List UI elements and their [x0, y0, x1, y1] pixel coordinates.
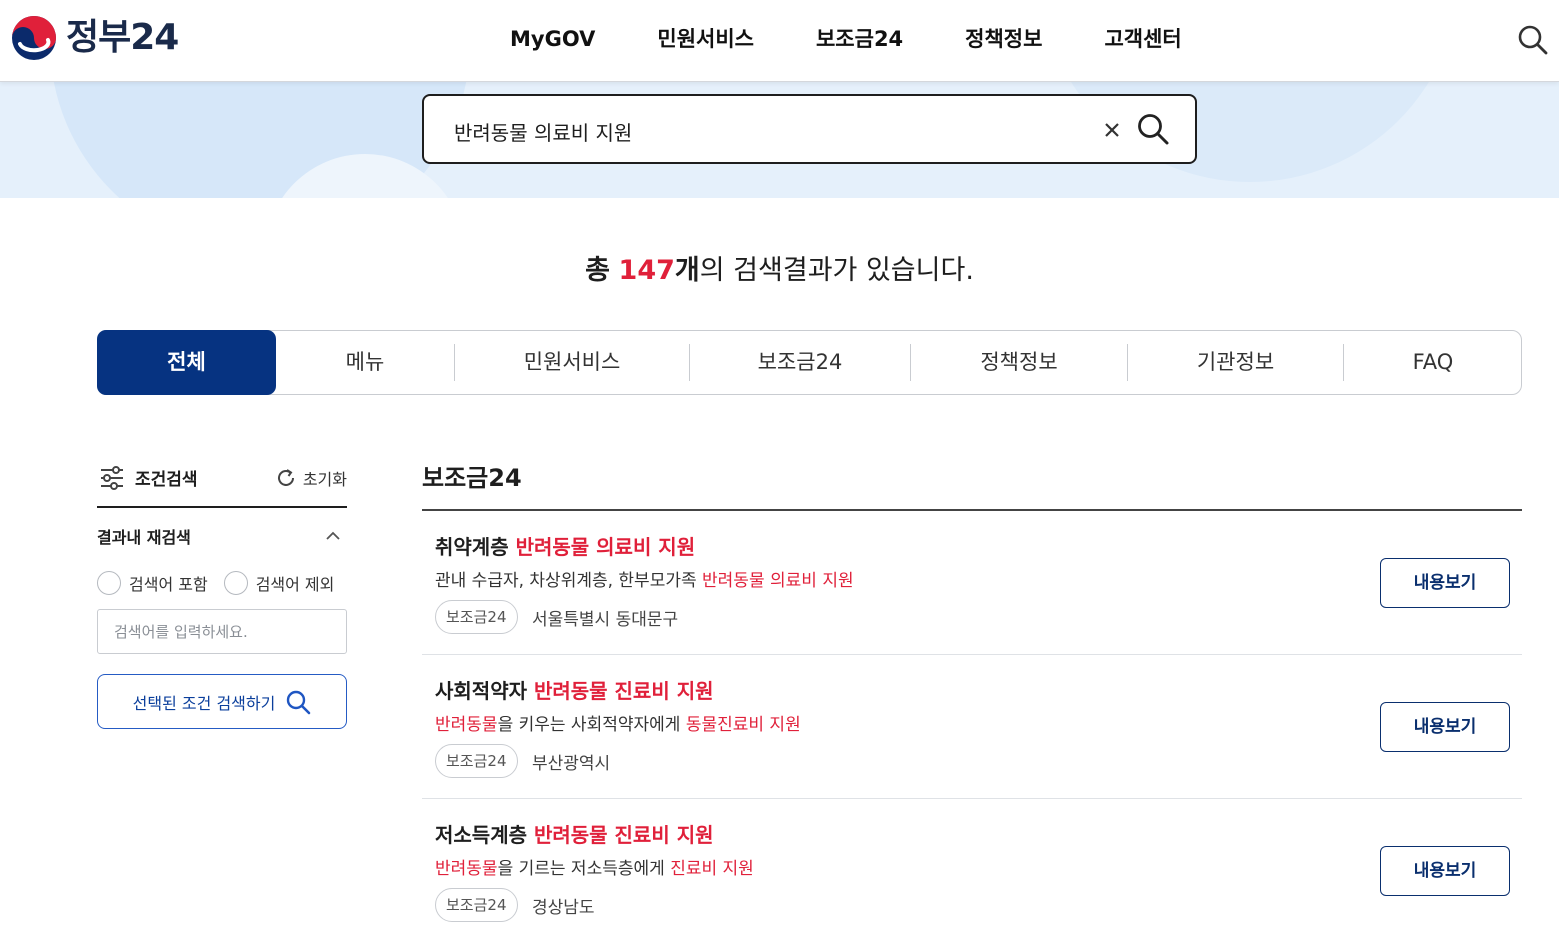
result-item: 사회적약자 반려동물 진료비 지원반려동물을 키우는 사회적약자에게 동물진료비… — [422, 655, 1522, 799]
search-icon — [287, 690, 311, 714]
result-title-highlight: 반려동물 의료비 지원 — [515, 535, 696, 559]
nav-policy-info[interactable]: 정책정보 — [965, 24, 1042, 54]
view-details-button[interactable]: 내용보기 — [1380, 558, 1510, 608]
refine-search-input[interactable] — [97, 609, 347, 654]
refine-header[interactable]: 결과내 재검색 — [97, 524, 347, 550]
taegeuk-logo-icon — [12, 16, 56, 60]
result-title-text: 취약계층 — [435, 535, 516, 559]
description-highlight: 반려동물 — [435, 715, 498, 735]
nav-subsidy24[interactable]: 보조금24 — [816, 24, 903, 54]
result-item: 취약계층 반려동물 의료비 지원 관내 수급자, 차상위계층, 한부모가족 반려동… — [422, 511, 1522, 655]
condition-search-label: 선택된 조건 검색하기 — [132, 693, 276, 713]
nav-customer-center[interactable]: 고객센터 — [1104, 24, 1181, 54]
result-count: 147 — [618, 255, 675, 286]
tab-menu[interactable]: 메뉴 — [276, 331, 454, 394]
section-title: 보조금24 — [422, 464, 522, 492]
view-details-button[interactable]: 내용보기 — [1380, 846, 1510, 896]
result-description: 관내 수급자, 차상위계층, 한부모가족 반려동물 의료비 지원 — [435, 566, 854, 591]
summary-prefix: 총 — [585, 255, 610, 286]
search-submit-icon[interactable] — [1136, 112, 1170, 146]
description-highlight: 반려동물 의료비 지원 — [702, 571, 854, 591]
nav-mygov[interactable]: MyGOV — [510, 24, 595, 54]
summary-suffix: 의 검색결과가 있습니다. — [699, 255, 974, 286]
refine-options: 검색어 포함 검색어 제외 — [97, 571, 350, 595]
description-highlight: 동물진료비 지원 — [685, 715, 801, 735]
exclude-radio[interactable] — [223, 571, 248, 595]
refine-title: 결과내 재검색 — [97, 528, 191, 547]
description-highlight: 진료비 지원 — [670, 859, 754, 879]
region-label: 서울특별시 동대문구 — [532, 610, 679, 630]
tab-civil-service[interactable]: 민원서비스 — [455, 331, 689, 394]
result-title-highlight: 반려동물 진료비 지원 — [533, 679, 714, 703]
tab-subsidy24[interactable]: 보조금24 — [690, 331, 910, 394]
description-text: 관내 수급자, 차상위계층, 한부모가족 — [435, 571, 703, 591]
tab-policy-info[interactable]: 정책정보 — [911, 331, 1127, 394]
filter-header: 조건검색 초기화 — [97, 460, 347, 508]
site-logo[interactable]: 정부24 — [10, 14, 179, 62]
refresh-icon — [277, 469, 294, 486]
region-label: 부산광역시 — [532, 754, 611, 774]
result-title-text: 저소득계층 — [435, 823, 534, 847]
result-item: 저소득계층 반려동물 진료비 지원 반려동물을 기르는 저소득층에게 진료비 지원… — [422, 799, 1522, 928]
search-banner — [0, 82, 1559, 198]
result-description: 반려동물을 기르는 저소득층에게 진료비 지원 — [435, 854, 754, 879]
category-badge: 보조금24 — [435, 888, 518, 922]
filter-title: 조건검색 — [135, 470, 198, 490]
region-label: 경상남도 — [532, 898, 595, 918]
result-description: 반려동물을 키우는 사회적약자에게 동물진료비 지원 — [435, 710, 801, 735]
description-highlight: 반려동물 — [435, 859, 498, 879]
chevron-up-icon[interactable] — [325, 528, 341, 544]
search-icon[interactable] — [1517, 24, 1549, 56]
result-summary: 총 147개의 검색결과가 있습니다. — [0, 252, 1559, 290]
logo-text: 정부24 — [66, 17, 179, 58]
result-title[interactable]: 취약계층 반려동물 의료비 지원 — [435, 531, 695, 560]
reset-label: 초기화 — [302, 470, 347, 489]
tab-all[interactable]: 전체 — [97, 330, 276, 395]
reset-button[interactable]: 초기화 — [275, 466, 347, 490]
main-nav: MyGOV 민원서비스 보조금24 정책정보 고객센터 — [510, 24, 1182, 54]
exclude-label: 검색어 제외 — [255, 575, 335, 594]
result-title[interactable]: 저소득계층 반려동물 진료비 지원 — [435, 819, 714, 848]
search-input[interactable] — [454, 114, 1074, 148]
include-label: 검색어 포함 — [129, 575, 208, 594]
category-tabs: 전체 메뉴 민원서비스 보조금24 정책정보 기관정보 FAQ — [97, 330, 1522, 395]
summary-unit: 개 — [674, 255, 700, 286]
category-badge: 보조금24 — [435, 600, 518, 634]
clear-icon[interactable] — [1100, 118, 1124, 142]
view-details-button[interactable]: 내용보기 — [1380, 702, 1510, 752]
site-header: 정부24 MyGOV 민원서비스 보조금24 정책정보 고객센터 — [0, 0, 1559, 82]
nav-civil-service[interactable]: 민원서비스 — [657, 24, 754, 54]
category-badge: 보조금24 — [435, 744, 518, 778]
description-text: 을 기르는 저소득층에게 — [497, 859, 671, 879]
condition-search-button[interactable]: 선택된 조건 검색하기 — [97, 674, 347, 729]
tab-agency-info[interactable]: 기관정보 — [1128, 331, 1343, 394]
include-radio[interactable] — [97, 571, 121, 595]
description-text: 을 키우는 사회적약자에게 — [497, 715, 686, 735]
result-title[interactable]: 사회적약자 반려동물 진료비 지원 — [435, 675, 714, 704]
filter-sliders-icon — [101, 466, 123, 490]
tab-faq[interactable]: FAQ — [1344, 331, 1522, 394]
result-title-text: 사회적약자 — [435, 679, 534, 703]
result-title-highlight: 반려동물 진료비 지원 — [533, 823, 714, 847]
search-box — [422, 94, 1197, 164]
